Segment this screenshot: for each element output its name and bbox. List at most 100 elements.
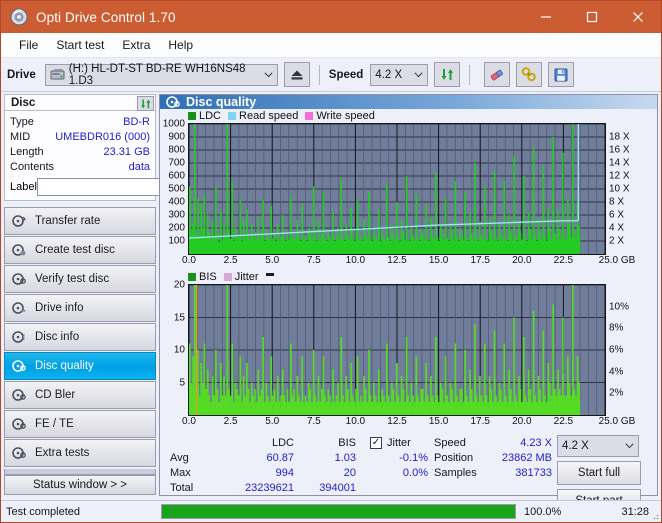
x-axis-tick: 5.0 — [265, 255, 280, 266]
disc-row-mid: MID UMEBDR016 (000) — [10, 129, 150, 144]
disc-row-type: Type BD-R — [10, 114, 150, 129]
sidebar-label: Create test disc — [35, 244, 115, 257]
jitter-checkbox[interactable]: ✓ — [370, 436, 382, 449]
x-axis-tick: 17.5 — [470, 416, 490, 427]
test-nav-list: Transfer rate Create test disc Verify te… — [4, 207, 156, 468]
sidebar-item-transfer-rate[interactable]: Transfer rate — [4, 207, 156, 236]
drive-select[interactable]: (H:) HL-DT-ST BD-RE WH16NS48 1.D3 — [44, 63, 278, 87]
y2-axis-tick: 2% — [609, 387, 624, 399]
erase-button[interactable] — [484, 62, 511, 87]
y-axis-tick: 900 — [168, 131, 185, 143]
stats-ldc-avg: 60.87 — [266, 451, 294, 464]
x-axis-tick: 10.0 — [345, 255, 366, 266]
x-axis-tick: 0.0 — [182, 416, 196, 427]
drive-icon — [50, 68, 65, 81]
menu-start-test[interactable]: Start test — [47, 36, 113, 54]
y2-axis-tick: 4 X — [609, 222, 625, 234]
ldc-y-axis-right: 2 X4 X6 X8 X 10 X 12 X 14 X 16 X 18 X — [606, 123, 646, 253]
x-axis-tick: 7.5 — [306, 416, 321, 427]
legend-item-read-speed: Read speed — [228, 110, 298, 122]
y2-axis-tick: 12 X — [609, 170, 630, 182]
ldc-chart: LDC Read speed Write speed 100 200 300 400 5… — [160, 109, 657, 268]
menu-extra[interactable]: Extra — [113, 36, 159, 54]
x-axis-tick: 20.0 — [512, 255, 532, 266]
check-icon: ✓ — [371, 436, 381, 448]
chevron-down-icon — [258, 70, 273, 80]
x-axis-tick: 25.0 GB — [598, 416, 636, 427]
y2-axis-tick: 10 X — [609, 183, 630, 195]
legend-swatch-jitter — [223, 273, 232, 281]
disc-quality-panel: Disc quality LDC Read speed Write speed — [159, 94, 658, 513]
status-bar: Test completed 100.0% 31:28 — [1, 500, 661, 522]
sidebar-label: Transfer rate — [35, 215, 101, 228]
legend-item-jitter: Jitter — [223, 271, 259, 283]
speed-stat-label: Speed — [434, 436, 466, 449]
bis-y-axis-right: 2% 4% 6% 8% 10% — [606, 284, 646, 414]
tools-button[interactable] — [516, 62, 543, 87]
minimize-button[interactable] — [523, 1, 569, 33]
disc-length-label: Length — [10, 145, 44, 158]
sidebar-item-verify-test-disc[interactable]: Verify test disc — [4, 265, 156, 294]
disc-create-icon — [12, 243, 30, 257]
disc-refresh-button[interactable] — [137, 96, 154, 111]
stats-header-bis: BIS — [338, 436, 356, 449]
y-axis-tick: 20 — [173, 279, 185, 291]
y-axis-tick: 200 — [168, 222, 185, 234]
scroll-marker-icon — [265, 272, 274, 276]
stats-jitter-max: 0.0% — [402, 466, 428, 479]
y-axis-tick: 100 — [168, 235, 185, 247]
x-axis-tick: 2.5 — [223, 416, 238, 427]
eject-button[interactable] — [283, 62, 310, 87]
speed-select[interactable]: 4.2 X — [370, 63, 429, 86]
sidebar-item-disc-quality[interactable]: Disc quality — [4, 352, 156, 381]
sidebar-item-drive-info[interactable]: Drive info — [4, 294, 156, 323]
sidebar-label: Verify test disc — [35, 273, 110, 286]
menu-help[interactable]: Help — [159, 36, 202, 54]
jitter-label: Jitter — [387, 436, 411, 449]
stats-label-max: Max — [170, 466, 191, 479]
x-axis-tick: 17.5 — [470, 255, 490, 266]
test-speed-select[interactable]: 4.2 X — [557, 435, 639, 457]
bis-chart: BIS Jitter 5 10 15 20 2% 4% 6% 8% 10% 0.0 2.5 5.0… — [160, 270, 657, 429]
save-button[interactable] — [548, 62, 575, 87]
legend-swatch-write-speed — [305, 112, 314, 120]
disc-label-caption: Label — [10, 180, 37, 193]
disc-extra-icon — [12, 446, 30, 460]
sidebar-item-fe-te[interactable]: FE / TE — [4, 410, 156, 439]
refresh-button[interactable] — [434, 62, 461, 87]
disc-rate-icon — [12, 214, 30, 228]
x-axis-tick: 12.5 — [387, 416, 407, 427]
sidebar-item-disc-info[interactable]: Disc info — [4, 323, 156, 352]
disc-row-length: Length 23.31 GB — [10, 144, 150, 159]
disc-contents-value: data — [128, 160, 150, 173]
sidebar-item-create-test-disc[interactable]: Create test disc — [4, 236, 156, 265]
disc-info-panel: Type BD-R MID UMEBDR016 (000) Length 23.… — [4, 111, 240, 202]
y2-axis-tick: 4% — [609, 366, 624, 378]
progress-fill — [162, 505, 515, 518]
y-axis-tick: 5 — [179, 377, 185, 388]
sidebar-item-cd-bler[interactable]: CD Bler — [4, 381, 156, 410]
sidebar-item-extra-tests[interactable]: Extra tests — [4, 439, 156, 468]
stats-label-avg: Avg — [170, 451, 189, 464]
status-text: Test completed — [6, 505, 80, 518]
close-button[interactable] — [615, 1, 661, 33]
maximize-button[interactable] — [569, 1, 615, 33]
speed-stat-value: 4.23 X — [520, 436, 552, 449]
start-full-button[interactable]: Start full — [557, 461, 641, 485]
jitter-checkbox-row[interactable]: ✓ Jitter — [370, 435, 428, 450]
disc-verify-icon — [12, 272, 30, 286]
y2-axis-tick: 8 X — [609, 196, 625, 208]
chevron-down-icon — [408, 70, 423, 80]
speed-value: 4.2 X — [375, 68, 403, 81]
y-axis-tick: 10 — [173, 344, 185, 356]
stats-jitter-blank — [370, 480, 428, 495]
sidebar-label: Disc quality — [35, 360, 94, 373]
status-window-button[interactable]: Status window > > — [4, 475, 156, 495]
menu-file[interactable]: File — [10, 36, 47, 54]
bis-plot-area — [188, 284, 606, 416]
stats-bis-max: 20 — [343, 466, 356, 479]
resize-grip-icon[interactable] — [649, 510, 659, 520]
disc-row-contents: Contents data — [10, 159, 150, 174]
disc-label-row: Label — [10, 177, 240, 197]
legend-item-bis: BIS — [188, 271, 217, 283]
